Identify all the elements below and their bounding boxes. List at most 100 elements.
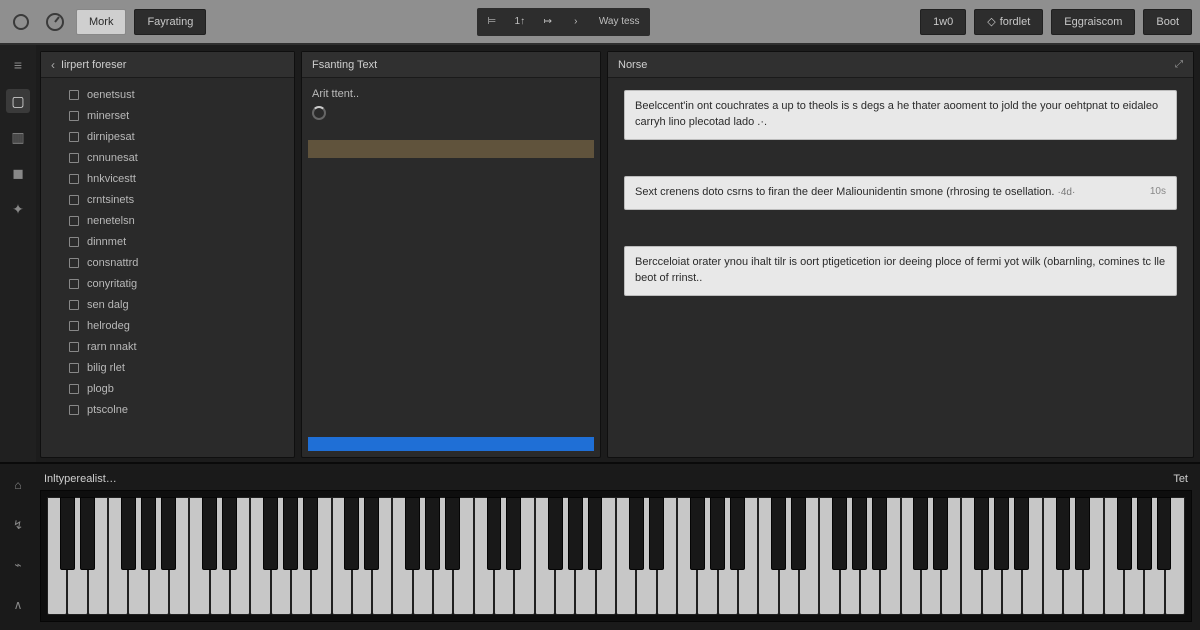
browser-item[interactable]: plogb <box>41 378 294 399</box>
black-key[interactable] <box>222 497 237 570</box>
browser-item[interactable]: helrodeg <box>41 315 294 336</box>
dock-right-label[interactable]: Tet <box>1173 473 1188 485</box>
transport-item-2[interactable]: 1↑ <box>509 12 531 32</box>
browser-item[interactable]: cnnunesat <box>41 147 294 168</box>
item-icon <box>69 321 79 331</box>
browser-item[interactable]: minerset <box>41 105 294 126</box>
rail-star-icon[interactable]: ✦ <box>6 197 30 221</box>
octave <box>474 497 616 615</box>
browser-item[interactable]: dinnmet <box>41 231 294 252</box>
piano-keyboard[interactable] <box>47 497 1185 615</box>
dock-home-icon[interactable]: ⌂ <box>7 474 29 496</box>
black-key[interactable] <box>649 497 664 570</box>
browser-item[interactable]: bilig rlet <box>41 357 294 378</box>
browser-item[interactable]: ptscolne <box>41 399 294 420</box>
black-key[interactable] <box>487 497 502 570</box>
black-key[interactable] <box>60 497 75 570</box>
black-key[interactable] <box>872 497 887 570</box>
black-key[interactable] <box>1014 497 1029 570</box>
meter-icon[interactable] <box>42 9 68 35</box>
black-key[interactable] <box>1075 497 1090 570</box>
progress-bar[interactable] <box>308 437 594 451</box>
browser-item-label: crntsinets <box>87 194 134 206</box>
toolbar-right-btn-3[interactable]: Eggraiscom <box>1051 9 1135 35</box>
black-key[interactable] <box>710 497 725 570</box>
black-key[interactable] <box>548 497 563 570</box>
text-selection-bar[interactable] <box>308 140 594 158</box>
black-key[interactable] <box>425 497 440 570</box>
black-key[interactable] <box>202 497 217 570</box>
dock-collapse-icon[interactable]: ∧ <box>7 594 29 616</box>
black-key[interactable] <box>994 497 1009 570</box>
black-key[interactable] <box>141 497 156 570</box>
dock-zap-icon[interactable]: ↯ <box>7 514 29 536</box>
black-key[interactable] <box>80 497 95 570</box>
black-key[interactable] <box>364 497 379 570</box>
browser-item[interactable]: conyritatig <box>41 273 294 294</box>
browser-item-label: helrodeg <box>87 320 130 332</box>
black-key[interactable] <box>161 497 176 570</box>
black-key[interactable] <box>974 497 989 570</box>
main-area: ≡ ▢ ▥ ◼ ✦ Iirpert foreser oenetsustminer… <box>0 45 1200 462</box>
transport-group: ⊨ 1↑ ↦ › Way tess <box>477 8 650 36</box>
transport-label[interactable]: Way tess <box>593 12 646 32</box>
black-key[interactable] <box>1137 497 1152 570</box>
dock-wave-icon[interactable]: ⌁ <box>7 554 29 576</box>
black-key[interactable] <box>771 497 786 570</box>
browser-item[interactable]: rarn nnakt <box>41 336 294 357</box>
browser-item[interactable]: oenetsust <box>41 84 294 105</box>
toolbar-right-btn-1[interactable]: 1w0 <box>920 9 966 35</box>
note-card[interactable]: 10sSext crenens doto csrns to firan the … <box>624 176 1177 210</box>
transport-item-1[interactable]: ⊨ <box>481 12 503 32</box>
black-key[interactable] <box>1157 497 1172 570</box>
black-key[interactable] <box>1117 497 1132 570</box>
card-meta: ·4d· <box>1058 187 1076 198</box>
black-key[interactable] <box>445 497 460 570</box>
black-key[interactable] <box>629 497 644 570</box>
toolbar-right-btn-4[interactable]: Boot <box>1143 9 1192 35</box>
rail-block-icon[interactable]: ◼ <box>6 161 30 185</box>
black-key[interactable] <box>263 497 278 570</box>
toolbar-button-b[interactable]: Fayrating <box>134 9 206 35</box>
black-key[interactable] <box>405 497 420 570</box>
transport-item-3[interactable]: ↦ <box>537 12 559 32</box>
rail-menu-icon[interactable]: ≡ <box>6 53 30 77</box>
text-panel-body[interactable]: Arit ttent.. <box>302 78 600 457</box>
expand-icon[interactable]: ⤢ <box>1175 59 1183 70</box>
black-key[interactable] <box>730 497 745 570</box>
browser-item[interactable]: nenetelsn <box>41 210 294 231</box>
transport-item-4[interactable]: › <box>565 12 587 32</box>
browser-item[interactable]: sen dalg <box>41 294 294 315</box>
black-key[interactable] <box>121 497 136 570</box>
browser-item[interactable]: consnattrd <box>41 252 294 273</box>
black-key[interactable] <box>303 497 318 570</box>
black-key[interactable] <box>344 497 359 570</box>
browser-item[interactable]: hnkvicestt <box>41 168 294 189</box>
black-key[interactable] <box>1056 497 1071 570</box>
notes-title: Norse <box>618 59 647 71</box>
black-key[interactable] <box>913 497 928 570</box>
black-key[interactable] <box>852 497 867 570</box>
black-key[interactable] <box>690 497 705 570</box>
black-key[interactable] <box>791 497 806 570</box>
black-key[interactable] <box>568 497 583 570</box>
browser-header[interactable]: Iirpert foreser <box>41 52 294 78</box>
black-key[interactable] <box>588 497 603 570</box>
browser-item[interactable]: dirnipesat <box>41 126 294 147</box>
note-card[interactable]: Beelccent'in ont couchrates a up to theo… <box>624 90 1177 140</box>
toolbar-right-btn-2[interactable]: ◇ fordlet <box>974 9 1043 35</box>
app-logo-icon <box>8 9 34 35</box>
black-key[interactable] <box>832 497 847 570</box>
rail-grid-icon[interactable]: ▥ <box>6 125 30 149</box>
black-key[interactable] <box>283 497 298 570</box>
toolbar-button-a[interactable]: Mork <box>76 9 126 35</box>
black-key[interactable] <box>933 497 948 570</box>
browser-item-label: dirnipesat <box>87 131 135 143</box>
rail-browser-icon[interactable]: ▢ <box>6 89 30 113</box>
browser-item-label: nenetelsn <box>87 215 135 227</box>
black-key[interactable] <box>506 497 521 570</box>
note-card[interactable]: Bercceloiat orater ynou ihalt tilr is oo… <box>624 246 1177 296</box>
piano-wrap <box>40 490 1192 622</box>
browser-item[interactable]: crntsinets <box>41 189 294 210</box>
instrument-name[interactable]: Inltyperealist… <box>44 473 117 485</box>
